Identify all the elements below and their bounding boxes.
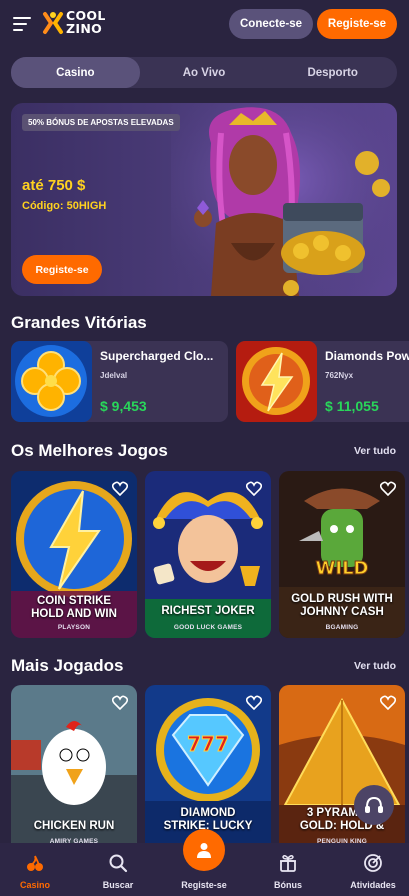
game-provider: PLAYSON [57,624,91,631]
headset-icon [365,796,383,813]
big-win-amount: $ 11,055 [325,398,379,414]
nav-label: Buscar [102,880,134,890]
user-icon [197,843,211,858]
promo-banner[interactable]: 50% BÓNUS DE APOSTAS ELEVADAS até 750 $ … [11,103,397,296]
favorite-heart-icon[interactable] [112,481,128,496]
best-games-title: Os Melhores Jogos [11,441,168,460]
big-win-card[interactable]: Supercharged Clo... Jdelval $ 9,453 [11,341,228,422]
top-bar: COOL ZINO Conecte-se Registe-se [0,0,409,48]
game-name-line1: RICHEST JOKER [161,605,255,617]
game-name-line1: COIN STRIKE [36,595,112,607]
big-win-user: 762Nyx [325,371,354,380]
logo[interactable]: COOL ZINO [41,8,115,38]
nav-item-bonus[interactable]: Bónus [253,843,323,896]
nav-item-search[interactable]: Buscar [83,843,153,896]
lightning-game-thumbnail [236,341,317,422]
big-win-game: Diamonds Pow [325,349,409,363]
game-name-line2: JOHNNY CASH [300,606,384,618]
tab-sports[interactable]: Desporto [268,57,397,88]
favorite-heart-icon[interactable] [112,695,128,710]
game-card[interactable]: RICHEST JOKER GOOD LUCK GAMES [145,471,271,638]
game-name-line1: DIAMOND [180,807,236,819]
big-win-game: Supercharged Clo... [100,349,214,363]
promo-amount: até 750 $ [22,177,86,194]
favorite-heart-icon[interactable] [380,695,396,710]
big-wins-title: Grandes Vitórias [11,313,147,332]
promo-character-image [171,103,397,296]
big-win-amount: $ 9,453 [100,398,147,414]
search-icon [109,854,128,873]
nav-item-activities[interactable]: Atividades [338,843,408,896]
logo-icon [43,12,63,34]
game-card[interactable]: WILD GOLD RUSH WITH JOHNNY CASH BGAMING [279,471,405,638]
nav-label: Bónus [274,880,302,890]
favorite-heart-icon[interactable] [246,695,262,710]
game-name-line2: HOLD AND WIN [31,608,117,620]
promo-code: Código: 50HIGH [22,200,107,212]
game-name-line1: CHICKEN RUN [33,820,115,832]
game-provider: GOOD LUCK GAMES [173,624,243,631]
tab-casino[interactable]: Casino [11,57,140,88]
promo-register-button[interactable]: Registe-se [22,255,102,284]
game-card[interactable]: 3 PYRAMIDS GOLD: HOLD & PENGUIN KING [279,685,405,852]
big-win-card[interactable]: Diamonds Pow 762Nyx $ 11,055 [236,341,409,422]
tab-live[interactable]: Ao Vivo [140,57,269,88]
gift-icon [280,854,296,872]
most-played-title: Mais Jogados [11,656,124,675]
game-name-line1: GOLD RUSH WITH [291,593,393,605]
game-name-line2: GOLD: HOLD & [299,820,385,832]
register-button[interactable]: Registe-se [317,9,397,39]
category-tabs: Casino Ao Vivo Desporto [11,57,397,88]
nav-label: Atividades [350,880,396,890]
nav-label: Registe-se [181,880,227,890]
promo-tag: 50% BÓNUS DE APOSTAS ELEVADAS [22,114,180,131]
target-icon [364,854,382,872]
clover-game-thumbnail [11,341,92,422]
svg-text:WILD: WILD [316,558,369,579]
svg-text:777: 777 [187,732,229,756]
most-played-see-all-link[interactable]: Ver tudo [354,660,396,672]
favorite-heart-icon[interactable] [246,481,262,496]
game-card[interactable]: COIN STRIKE HOLD AND WIN PLAYSON [11,471,137,638]
menu-icon[interactable] [13,17,31,31]
login-button[interactable]: Conecte-se [229,9,313,39]
game-card[interactable]: 777 DIAMOND STRIKE: LUCKY [145,685,271,852]
game-provider: BGAMING [325,624,359,631]
logo-line2: ZINO [66,20,103,36]
favorite-heart-icon[interactable] [380,481,396,496]
cherries-icon [27,855,43,871]
game-card[interactable]: CHICKEN RUN AMIRY GAMES [11,685,137,852]
register-fab-button[interactable] [183,829,225,871]
big-win-user: Jdelval [100,371,128,380]
support-button[interactable] [354,785,394,825]
best-games-see-all-link[interactable]: Ver tudo [354,445,396,457]
nav-item-casino[interactable]: Casino [0,843,70,896]
nav-label: Casino [19,880,50,890]
